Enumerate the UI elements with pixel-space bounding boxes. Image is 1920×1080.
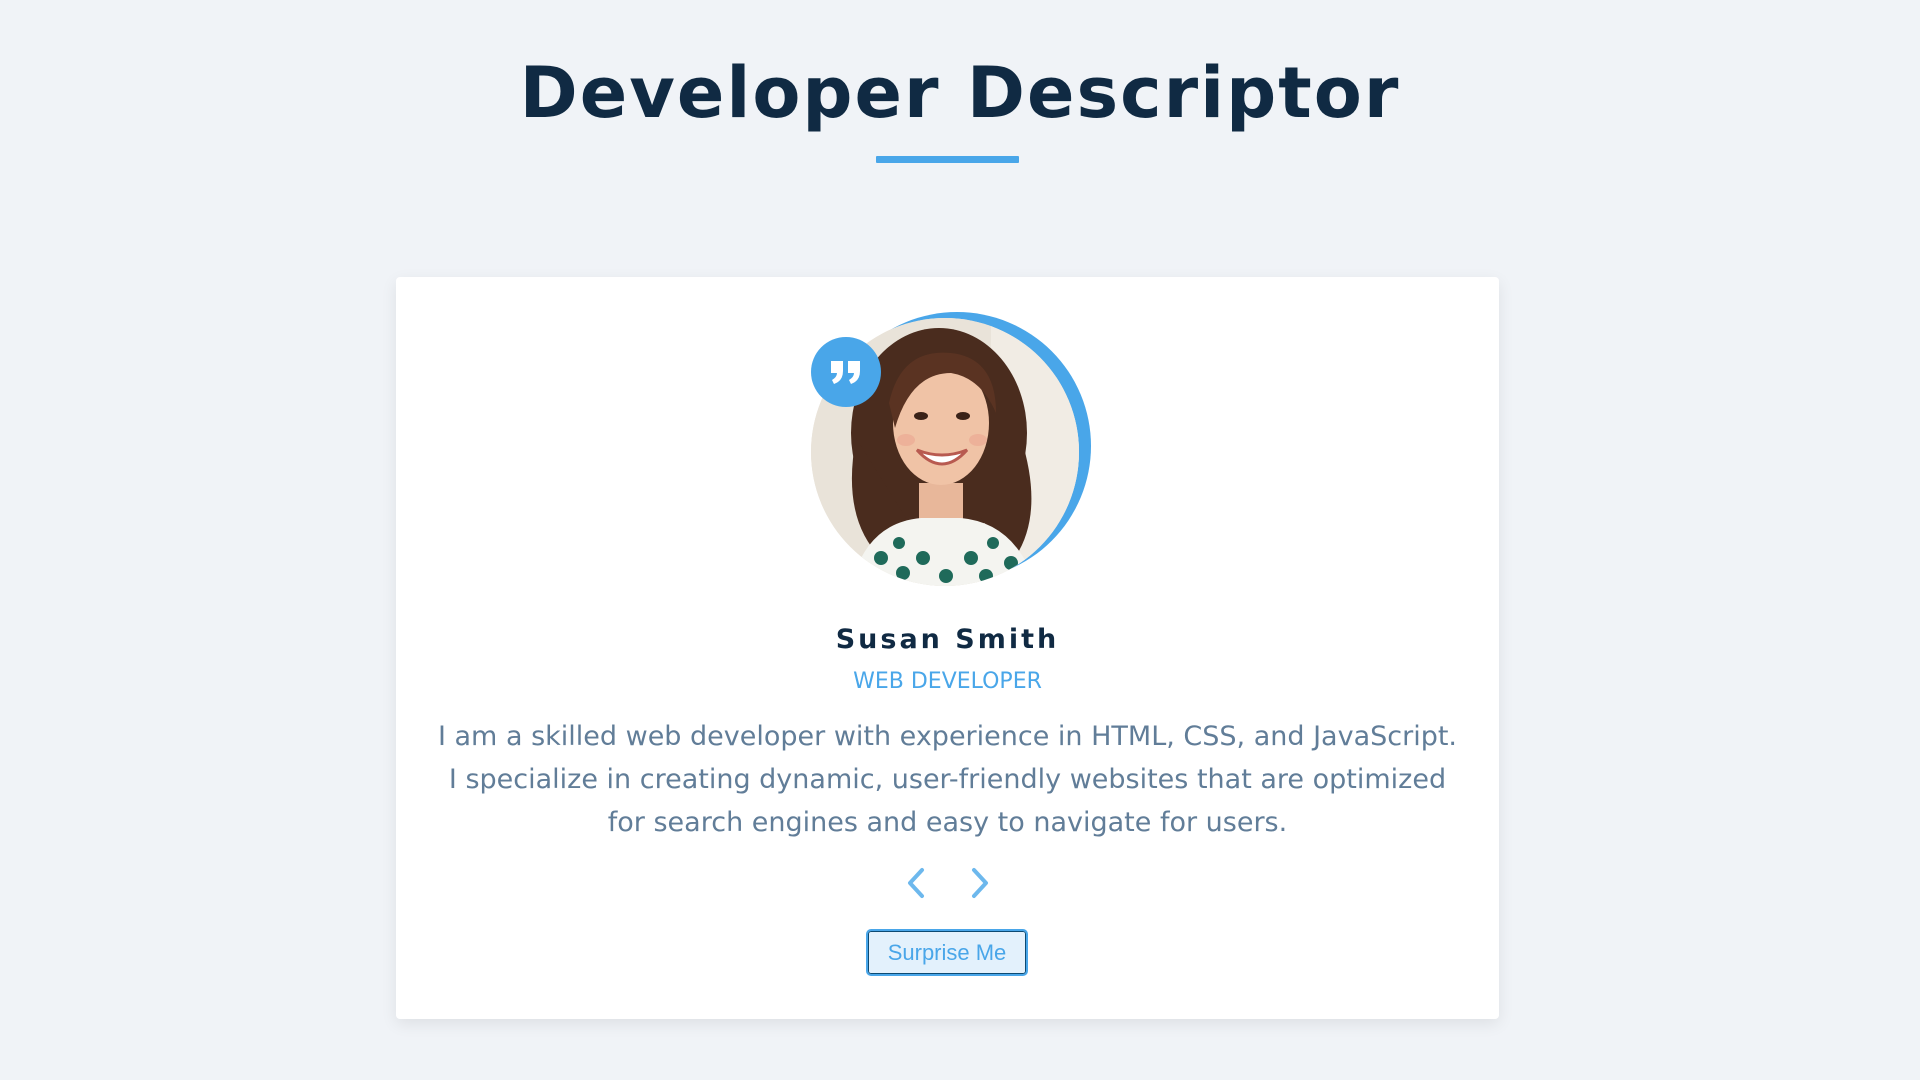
info-line: I am a skilled web developer with experi… [437, 721, 1458, 752]
chevron-left-icon [907, 868, 924, 898]
author-name: Susan Smith [835, 624, 1060, 655]
next-button[interactable] [963, 863, 997, 903]
prev-button[interactable] [899, 863, 933, 903]
avatar-container [811, 312, 1093, 588]
info-line: I specialize in creating dynamic, user-f… [448, 764, 1447, 795]
chevron-right-icon [971, 868, 988, 898]
page: Developer Descriptor Susan Smith WEB DEV… [0, 0, 1920, 1080]
info-line: for search engines and easy to navigate … [607, 807, 1288, 838]
title-underline [876, 156, 1019, 163]
surprise-me-button[interactable]: Surprise Me [866, 929, 1028, 976]
author-info: I am a skilled web developer with experi… [436, 715, 1459, 844]
quote-icon [811, 337, 881, 407]
review-card: Susan Smith WEB DEVELOPER I am a skilled… [396, 277, 1499, 1019]
author-job: WEB DEVELOPER [853, 669, 1042, 694]
page-title: Developer Descriptor [519, 52, 1401, 134]
nav-buttons [396, 863, 1499, 903]
